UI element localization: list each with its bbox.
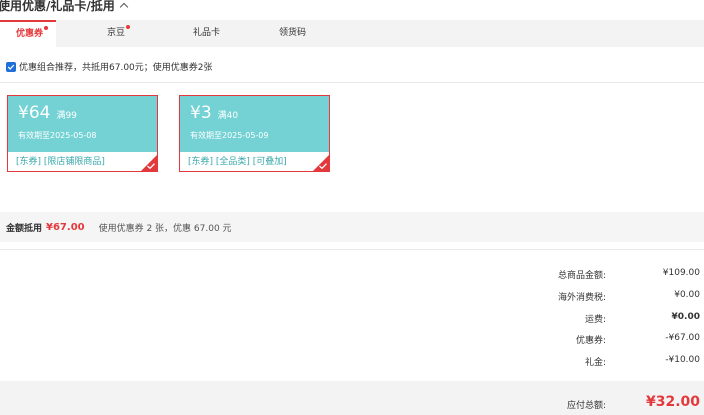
coupon-card[interactable]: ¥3 满40 有效期至2025-05-09 [东券] [全品类] [可叠加]	[179, 95, 330, 172]
coupon-condition: 满40	[217, 111, 239, 121]
divider	[0, 82, 704, 83]
total-row: 优惠券: -¥67.00	[0, 333, 704, 353]
payable-value: ¥32.00	[645, 394, 700, 410]
tab-jingdou[interactable]: 京豆	[107, 20, 131, 47]
total-value: ¥109.00	[662, 268, 700, 278]
total-label: 优惠券:	[575, 336, 606, 346]
coupon-card[interactable]: ¥64 满99 有效期至2025-05-08 [东券] [限店铺限商品]	[7, 95, 158, 172]
coupon-tags: [东券] [限店铺限商品]	[16, 157, 105, 167]
coupon-validity: 有效期至2025-05-08	[18, 131, 97, 140]
total-value: -¥10.00	[665, 355, 700, 365]
coupon-face: ¥64 满99 有效期至2025-05-08	[8, 96, 157, 152]
divider	[0, 249, 704, 250]
tab-pickup-code[interactable]: 领货码	[279, 20, 306, 47]
new-dot-icon	[126, 25, 131, 29]
combo-recommend: 优惠组合推荐，共抵用67.00元；使用优惠券2张	[6, 60, 213, 73]
summary-value: ¥67.00	[46, 221, 85, 233]
tab-label: 领货码	[279, 28, 307, 38]
total-label: 运费:	[584, 315, 606, 325]
coupon-tags: [东券] [全品类] [可叠加]	[188, 157, 287, 167]
tab-label: 优惠券	[16, 29, 44, 39]
coupon-amount: ¥64	[18, 103, 51, 123]
total-row: 运费: ¥0.00	[0, 312, 704, 332]
combo-text: 优惠组合推荐，共抵用67.00元；使用优惠券2张	[19, 63, 213, 73]
total-value: ¥0.00	[674, 290, 700, 300]
combo-checkbox[interactable]	[6, 61, 16, 72]
section-title[interactable]: 使用优惠/礼品卡/抵用	[0, 0, 129, 14]
discount-summary: 金额抵用 ¥67.00 使用优惠券 2 张，优惠 67.00 元	[0, 212, 704, 242]
total-value: ¥0.00	[671, 312, 700, 322]
total-value: -¥67.00	[665, 333, 700, 343]
total-label: 礼金:	[584, 358, 606, 368]
check-icon	[7, 64, 15, 70]
section-title-text: 使用优惠/礼品卡/抵用	[0, 0, 115, 13]
payable-bar: 应付总额: ¥32.00	[0, 381, 704, 415]
summary-desc: 使用优惠券 2 张，优惠 67.00 元	[98, 223, 232, 234]
total-row: 总商品金额: ¥109.00	[0, 268, 704, 288]
tab-gift-card[interactable]: 礼品卡	[193, 20, 220, 47]
total-row: 礼金: -¥10.00	[0, 355, 704, 375]
tab-coupons[interactable]: 优惠券	[0, 20, 56, 47]
tab-label: 礼品卡	[193, 28, 221, 38]
coupon-validity: 有效期至2025-05-09	[190, 131, 269, 140]
tab-label: 京豆	[107, 28, 126, 38]
coupon-condition: 满99	[56, 111, 77, 121]
coupon-face: ¥3 满40 有效期至2025-05-09	[180, 96, 329, 152]
summary-label: 金额抵用	[6, 223, 43, 234]
total-label: 总商品金额:	[557, 271, 606, 281]
total-row: 海外消费税: ¥0.00	[0, 290, 704, 310]
new-dot-icon	[44, 26, 49, 30]
payable-label: 应付总额:	[566, 401, 606, 411]
selected-check-icon	[319, 163, 327, 169]
selected-check-icon	[147, 163, 155, 169]
chevron-up-icon[interactable]	[119, 2, 129, 12]
total-label: 海外消费税:	[557, 293, 606, 303]
coupon-amount: ¥3	[190, 103, 212, 123]
tab-bar: 优惠券 京豆 礼品卡 领货码	[0, 20, 704, 47]
